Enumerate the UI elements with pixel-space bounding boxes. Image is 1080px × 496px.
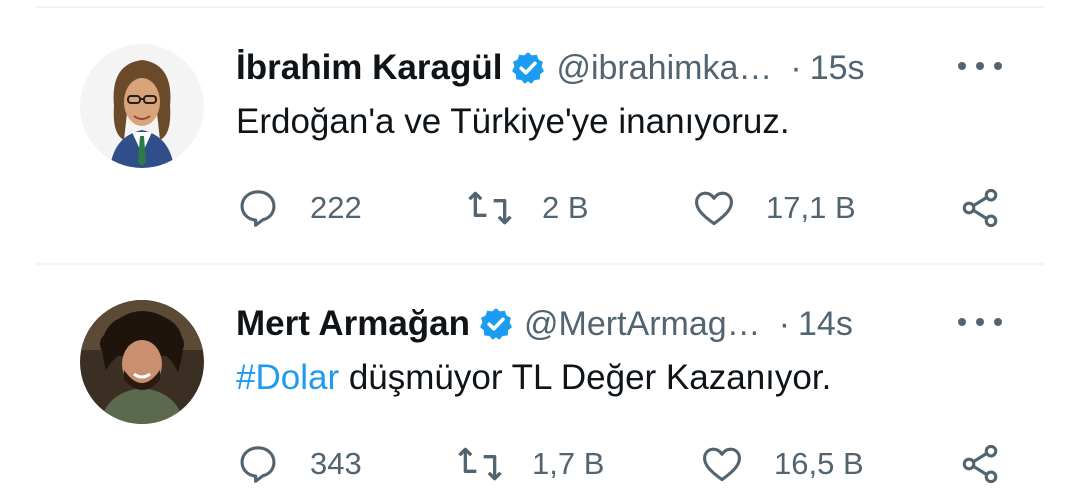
share-icon	[962, 188, 998, 228]
tweet-text: Erdoğan'a ve Türkiye'ye inanıyoruz.	[236, 102, 790, 142]
tweet-actions: 343 1,7 B 16,5 B	[0, 442, 1080, 486]
reply-count: 343	[310, 446, 362, 481]
like-count: 16,5 B	[774, 446, 864, 481]
heart-icon	[703, 447, 741, 482]
share-button[interactable]	[958, 442, 1002, 486]
avatar[interactable]	[80, 300, 204, 424]
more-options-icon[interactable]	[958, 56, 1002, 76]
handle[interactable]: @ibrahimka…	[556, 49, 772, 88]
reply-count: 222	[310, 190, 362, 225]
share-icon	[962, 444, 998, 484]
retweet-button[interactable]: 2 B	[466, 186, 589, 230]
reply-button[interactable]: 222	[236, 186, 362, 230]
tweet-text: #Dolar düşmüyor TL Değer Kazanıyor.	[236, 358, 831, 398]
timestamp[interactable]: 15s	[810, 49, 865, 88]
separator-dot: ·	[790, 48, 802, 87]
reply-icon	[240, 190, 276, 227]
person-avatar-icon	[80, 300, 204, 424]
separator-dot: ·	[778, 304, 791, 343]
retweet-icon	[468, 191, 512, 225]
tweet-actions: 222 2 B 17,1 B	[0, 186, 1080, 230]
verified-badge-icon	[480, 308, 512, 340]
like-button[interactable]: 17,1 B	[692, 186, 856, 230]
person-avatar-icon	[80, 44, 204, 168]
share-button[interactable]	[958, 186, 1002, 230]
retweet-icon	[458, 447, 502, 481]
reply-icon	[240, 446, 276, 483]
like-button[interactable]: 16,5 B	[700, 442, 864, 486]
timestamp[interactable]: 14s	[798, 305, 853, 344]
top-divider	[36, 6, 1044, 8]
reply-button[interactable]: 343	[236, 442, 362, 486]
tweet-header: İbrahim Karagül @ibrahimka… · 15s	[236, 38, 865, 98]
tweet-body: düşmüyor TL Değer Kazanıyor.	[339, 358, 832, 397]
avatar[interactable]	[80, 44, 204, 168]
tweet-header: Mert Armağan @MertArmag… · 14s	[236, 294, 853, 354]
heart-icon	[695, 191, 733, 226]
tweet-divider	[36, 263, 1044, 265]
more-options-icon[interactable]	[958, 312, 1002, 332]
like-count: 17,1 B	[766, 190, 856, 225]
verified-badge-icon	[512, 52, 545, 84]
retweet-button[interactable]: 1,7 B	[456, 442, 604, 486]
display-name[interactable]: Mert Armağan	[236, 304, 470, 344]
handle[interactable]: @MertArmag…	[524, 305, 761, 344]
display-name[interactable]: İbrahim Karagül	[236, 48, 502, 88]
tweet-body: Erdoğan'a ve Türkiye'ye inanıyoruz.	[236, 102, 790, 141]
retweet-count: 2 B	[542, 190, 589, 225]
hashtag-link[interactable]: #Dolar	[236, 358, 339, 397]
retweet-count: 1,7 B	[532, 446, 605, 481]
